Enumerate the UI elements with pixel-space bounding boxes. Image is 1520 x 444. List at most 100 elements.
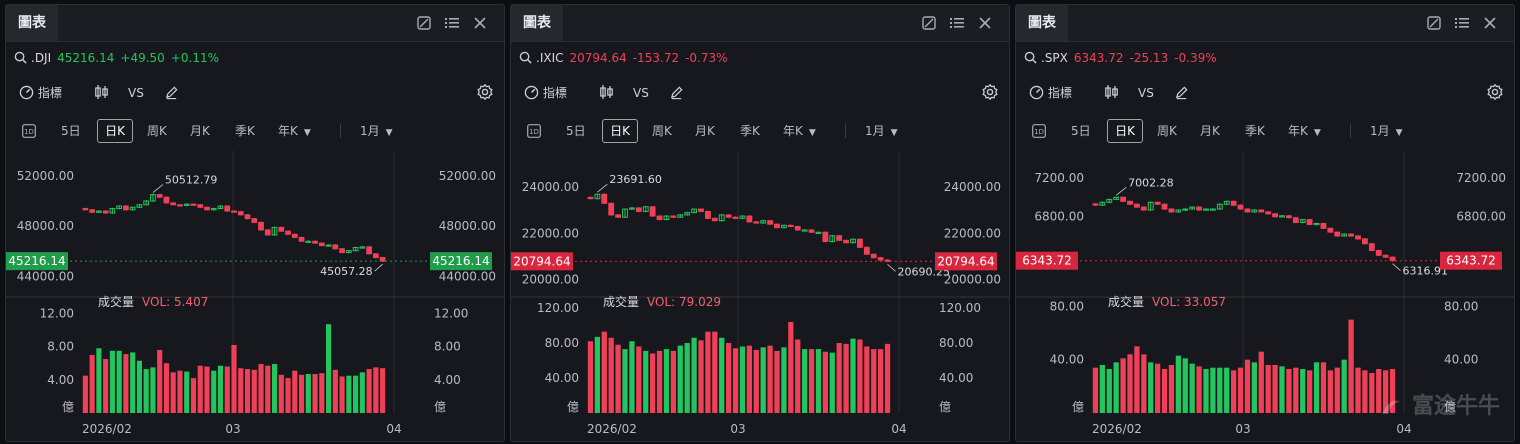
volume-bar[interactable] [615, 344, 621, 413]
candle-body[interactable] [1375, 249, 1382, 256]
volume-bar[interactable] [643, 350, 649, 413]
candle-body[interactable] [197, 204, 204, 208]
volume-bar[interactable] [594, 336, 600, 413]
candle-body[interactable] [1334, 231, 1341, 237]
volume-bar[interactable] [1313, 362, 1320, 413]
candle-body[interactable] [711, 217, 718, 222]
volume-bar[interactable] [1355, 367, 1361, 413]
volume-bar[interactable] [815, 349, 822, 413]
intraday-1d-icon[interactable]: 1D [22, 124, 36, 141]
volume-bar[interactable] [278, 374, 284, 413]
candle-body[interactable] [1237, 204, 1244, 210]
candle-body[interactable] [163, 196, 170, 204]
volume-bar[interactable] [190, 378, 197, 413]
candle-body[interactable] [725, 214, 732, 218]
volume-bar[interactable] [656, 350, 663, 413]
candle-body[interactable] [1161, 203, 1168, 210]
volume-bar[interactable] [788, 322, 794, 413]
volume-bar[interactable] [677, 345, 683, 413]
compare-vs-button[interactable]: VS [1138, 82, 1154, 104]
volume-bar[interactable] [857, 339, 863, 414]
volume-bar[interactable] [712, 331, 718, 413]
candle-body[interactable] [808, 229, 815, 233]
settings-gear-icon[interactable] [476, 83, 494, 101]
period-option[interactable]: 周K [652, 119, 672, 143]
volume-bar[interactable] [244, 369, 251, 413]
volume-bar[interactable] [719, 337, 725, 413]
candle-type-button[interactable] [599, 82, 614, 104]
period-option[interactable]: 年K ▼ [783, 119, 816, 145]
volume-bar[interactable] [629, 341, 635, 413]
volume-bar[interactable] [802, 349, 808, 413]
candle-body[interactable] [258, 221, 264, 231]
settings-gear-icon[interactable] [1486, 83, 1504, 101]
quote-line[interactable]: .IXIC 20794.64 -153.72 -0.73% [519, 49, 728, 67]
volume-bar[interactable] [843, 343, 849, 413]
volume-bar[interactable] [622, 349, 628, 413]
volume-bar[interactable] [829, 352, 835, 413]
volume-bar[interactable] [1182, 358, 1188, 413]
volume-bar[interactable] [767, 345, 773, 413]
close-icon[interactable] [472, 15, 488, 31]
volume-bar[interactable] [1251, 362, 1257, 413]
candle-body[interactable] [1382, 254, 1389, 258]
candle-body[interactable] [601, 193, 608, 204]
period-option[interactable]: 1月 ▼ [865, 119, 898, 145]
intraday-1d-icon[interactable]: 1D [527, 124, 541, 141]
volume-bar[interactable] [1134, 346, 1140, 413]
collapse-icon[interactable] [416, 15, 432, 31]
volume-bar[interactable] [298, 374, 305, 413]
candle-body[interactable] [102, 210, 109, 214]
menu-icon[interactable] [949, 15, 965, 31]
volume-bar[interactable] [753, 350, 759, 413]
candle-body[interactable] [1292, 217, 1299, 224]
volume-bar[interactable] [1113, 362, 1119, 413]
volume-bar[interactable] [96, 348, 102, 413]
volume-bar[interactable] [1106, 369, 1112, 413]
candle-body[interactable] [1244, 208, 1251, 213]
volume-bar[interactable] [353, 375, 359, 413]
volume-bar[interactable] [1307, 370, 1313, 413]
search-icon[interactable] [1024, 51, 1037, 64]
volume-bar[interactable] [1334, 367, 1340, 413]
volume-bar[interactable] [1258, 351, 1264, 413]
quote-line[interactable]: .SPX 6343.72 -25.13 -0.39% [1024, 49, 1217, 67]
volume-bar[interactable] [1210, 367, 1216, 413]
candle-body[interactable] [794, 225, 801, 231]
candle-body[interactable] [587, 196, 594, 200]
volume-bar[interactable] [864, 346, 870, 414]
volume-bar[interactable] [258, 364, 264, 413]
period-option[interactable]: 季K [1245, 119, 1265, 143]
candle-body[interactable] [698, 208, 704, 212]
volume-bar[interactable] [1127, 354, 1133, 413]
search-icon[interactable] [519, 51, 532, 64]
volume-bar[interactable] [211, 370, 217, 413]
volume-bar[interactable] [177, 370, 183, 413]
volume-bar[interactable] [103, 359, 109, 413]
period-option[interactable]: 1月 ▼ [1370, 119, 1403, 145]
candle-body[interactable] [177, 204, 183, 207]
tab-chart[interactable]: 圖表 [6, 5, 58, 41]
volume-bar[interactable] [670, 350, 676, 413]
period-option[interactable]: 1月 ▼ [360, 119, 393, 145]
period-option[interactable]: 5日 [566, 119, 586, 143]
volume-bar[interactable] [265, 365, 271, 413]
volume-bar[interactable] [1265, 365, 1271, 413]
collapse-icon[interactable] [921, 15, 937, 31]
volume-bar[interactable] [1161, 369, 1168, 413]
compare-vs-button[interactable]: VS [633, 82, 649, 104]
volume-bar[interactable] [143, 369, 149, 413]
volume-bar[interactable] [1320, 362, 1327, 413]
volume-bar[interactable] [1231, 370, 1237, 413]
volume-bar[interactable] [197, 365, 203, 413]
volume-bar[interactable] [650, 353, 656, 414]
candle-body[interactable] [1389, 256, 1396, 262]
volume-bar[interactable] [1244, 359, 1251, 413]
volume-bar[interactable] [795, 339, 801, 414]
period-option[interactable]: 月K [695, 119, 715, 143]
candle-body[interactable] [1265, 211, 1272, 215]
candle-body[interactable] [787, 224, 794, 228]
candle-body[interactable] [836, 235, 843, 241]
volume-bar[interactable] [359, 372, 365, 413]
candle-body[interactable] [856, 238, 863, 248]
